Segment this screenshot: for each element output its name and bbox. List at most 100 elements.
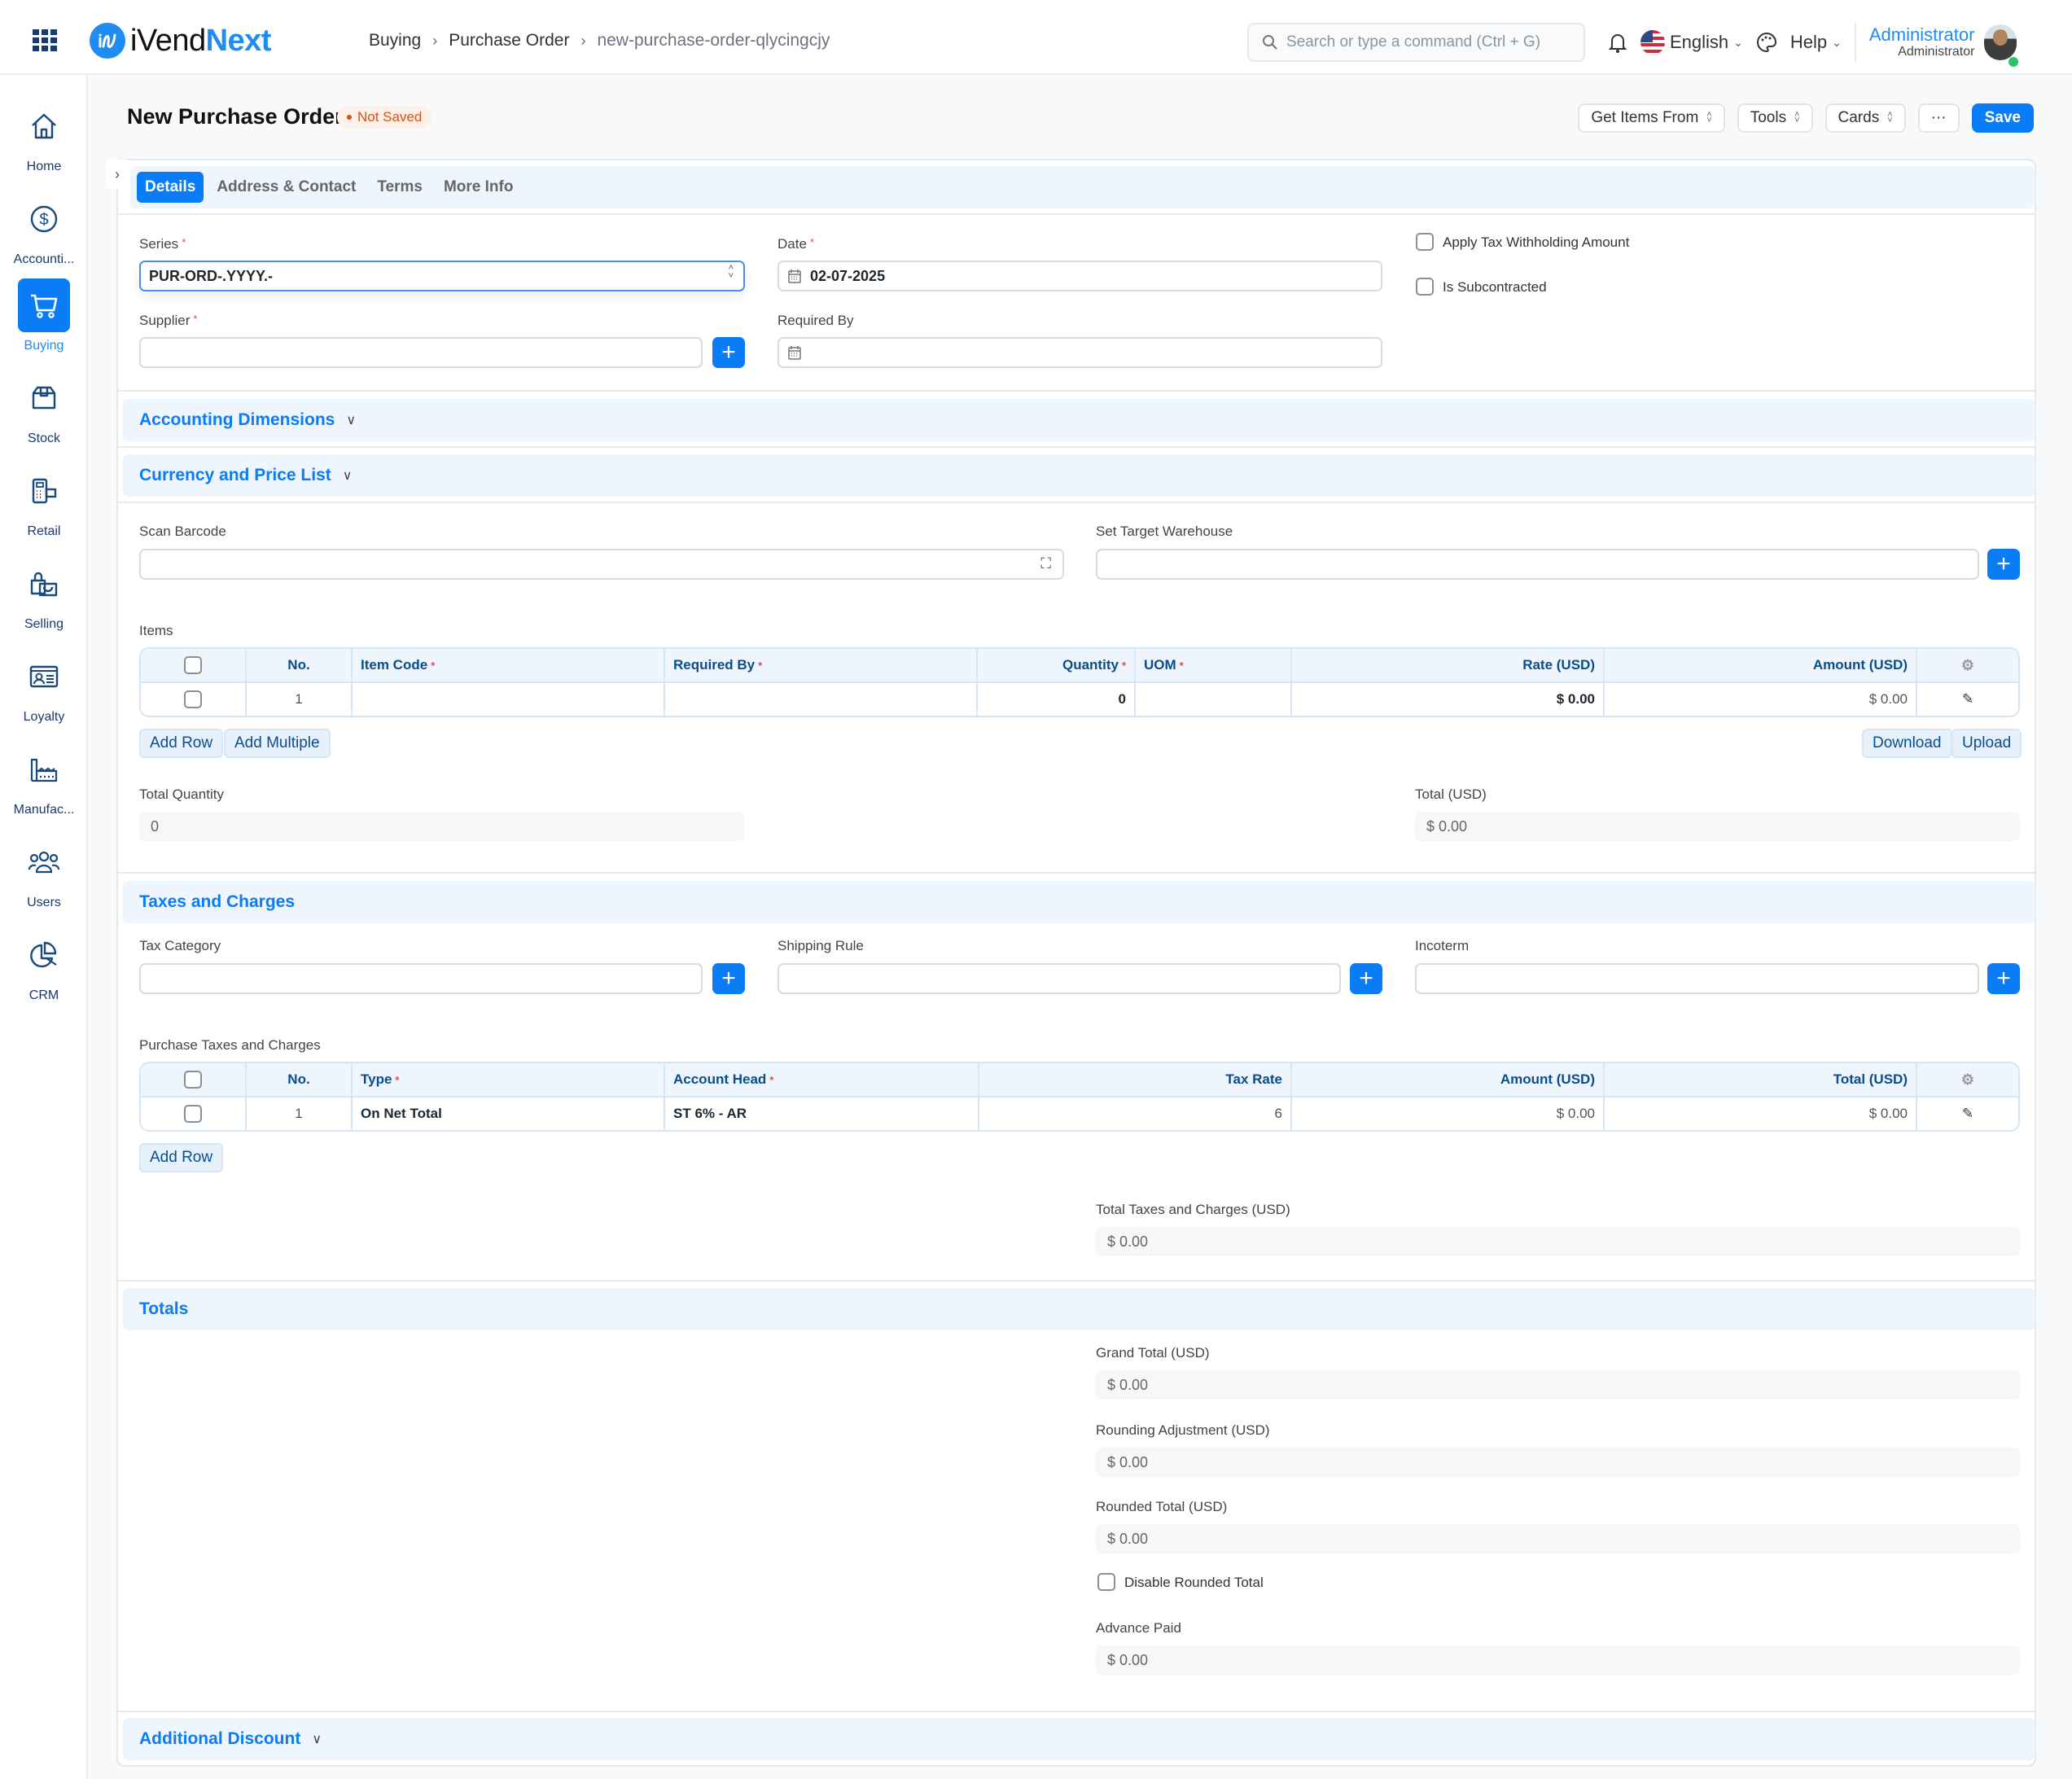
- select-all-checkbox[interactable]: [184, 1071, 202, 1089]
- apply-tax-withholding-checkbox[interactable]: [1416, 233, 1434, 251]
- required-by-label: Required By: [778, 313, 854, 328]
- add-tax-category-button[interactable]: +: [712, 963, 745, 994]
- supplier-input[interactable]: [139, 337, 703, 368]
- type-cell[interactable]: On Net Total: [353, 1098, 665, 1130]
- tax-category-input[interactable]: [139, 963, 703, 994]
- taxes-and-charges-section[interactable]: Taxes and Charges: [122, 881, 2035, 923]
- column-header: Amount (USD): [1292, 1063, 1605, 1096]
- add-row-button[interactable]: Add Row: [139, 729, 224, 758]
- form-tabs: Details Address & Contact Terms More Inf…: [130, 166, 2035, 208]
- svg-text:$: $: [39, 211, 48, 229]
- sidebar-item-stock[interactable]: Stock: [0, 371, 88, 453]
- account-head-cell[interactable]: ST 6% - AR: [665, 1098, 979, 1130]
- additional-discount-section[interactable]: Additional Discount ∨: [122, 1718, 2035, 1760]
- tab-details[interactable]: Details: [137, 172, 204, 203]
- column-header: UOM *: [1136, 649, 1292, 681]
- cards-button[interactable]: Cards ˄ ˅: [1824, 103, 1906, 133]
- tab-address-contact[interactable]: Address & Contact: [208, 172, 364, 203]
- sidebar-item-crm[interactable]: CRM: [0, 928, 88, 1010]
- search-placeholder: Search or type a command (Ctrl + G): [1286, 33, 1541, 50]
- quantity-cell[interactable]: 0: [978, 683, 1136, 716]
- tools-button[interactable]: Tools ˄ ˅: [1737, 103, 1813, 133]
- user-menu[interactable]: Administrator Administrator: [1869, 24, 2019, 67]
- edit-pencil-icon[interactable]: ✎: [1962, 1106, 1973, 1122]
- breadcrumb-purchase-order[interactable]: Purchase Order: [449, 31, 569, 50]
- users-icon: [18, 835, 70, 889]
- required-by-cell[interactable]: [665, 683, 978, 716]
- section-title: Currency and Price List: [139, 466, 331, 484]
- scan-barcode-input[interactable]: ⛶: [139, 549, 1064, 580]
- sidebar-item-selling[interactable]: Selling: [0, 557, 88, 638]
- more-options-button[interactable]: ···: [1917, 103, 1960, 133]
- edit-pencil-icon[interactable]: ✎: [1962, 691, 1973, 708]
- scan-barcode-icon[interactable]: ⛶: [1040, 555, 1051, 572]
- sidebar-item-buying[interactable]: Buying: [0, 278, 88, 360]
- row-checkbox[interactable]: [184, 1105, 202, 1123]
- get-items-from-button[interactable]: Get Items From ˄ ˅: [1578, 103, 1725, 133]
- total-quantity-value: 0: [139, 812, 744, 841]
- tab-terms[interactable]: Terms: [369, 172, 431, 203]
- accounting-dimensions-section[interactable]: Accounting Dimensions ∨: [122, 399, 2035, 441]
- factory-icon: [18, 743, 70, 796]
- breadcrumb-buying[interactable]: Buying: [369, 31, 421, 50]
- item-code-cell[interactable]: [353, 683, 665, 716]
- sidebar-item-home[interactable]: Home: [0, 99, 88, 181]
- rate-cell[interactable]: $ 0.00: [1292, 683, 1605, 716]
- add-incoterm-button[interactable]: +: [1987, 963, 2020, 994]
- uom-cell[interactable]: [1136, 683, 1292, 716]
- date-input[interactable]: 02-07-2025: [778, 261, 1382, 291]
- add-multiple-button[interactable]: Add Multiple: [224, 729, 331, 758]
- logo-mark-icon: [90, 23, 125, 59]
- totals-section[interactable]: Totals: [122, 1288, 2035, 1330]
- currency-price-list-section[interactable]: Currency and Price List ∨: [122, 454, 2035, 497]
- sidebar-item-label: Accounti...: [13, 252, 75, 266]
- chevron-right-icon[interactable]: ›: [106, 160, 129, 189]
- avatar[interactable]: [1984, 24, 2019, 67]
- sidebar-item-users[interactable]: Users: [0, 835, 88, 917]
- grand-total-value: $ 0.00: [1096, 1370, 2020, 1400]
- search-icon: [1263, 35, 1277, 50]
- theme-palette-icon[interactable]: [1756, 32, 1777, 53]
- sidebar-item-accounting[interactable]: $ Accounti...: [0, 192, 88, 274]
- series-select[interactable]: PUR-ORD-.YYYY.- ˄ ˅: [139, 261, 745, 291]
- is-subcontracted-checkbox[interactable]: [1416, 278, 1434, 296]
- settings-gear-icon[interactable]: ⚙: [1961, 657, 1974, 674]
- chevron-up-down-icon: ˄ ˅: [1887, 110, 1893, 125]
- upload-button[interactable]: Upload: [1952, 729, 2022, 758]
- row-number: 1: [247, 1098, 353, 1130]
- divider: [118, 390, 2035, 392]
- chevron-up-down-icon: ˄ ˅: [1794, 110, 1800, 125]
- table-row[interactable]: 1 0 $ 0.00 $ 0.00 ✎: [141, 683, 2018, 716]
- search-input[interactable]: Search or type a command (Ctrl + G): [1247, 23, 1585, 62]
- set-target-warehouse-input[interactable]: [1096, 549, 1979, 580]
- add-tax-row-button[interactable]: Add Row: [139, 1143, 224, 1172]
- save-button[interactable]: Save: [1971, 103, 2034, 133]
- table-row[interactable]: 1 On Net Total ST 6% - AR 6 $ 0.00 $ 0.0…: [141, 1098, 2018, 1130]
- tab-more-info[interactable]: More Info: [436, 172, 522, 203]
- notifications-bell-icon[interactable]: [1608, 31, 1627, 54]
- sidebar-item-retail[interactable]: Retail: [0, 464, 88, 546]
- apps-grid-icon[interactable]: [33, 29, 57, 51]
- shipping-rule-input[interactable]: [778, 963, 1341, 994]
- download-button[interactable]: Download: [1862, 729, 1952, 758]
- chevron-down-icon: ⌄: [1733, 35, 1743, 49]
- column-header: Quantity *: [978, 649, 1136, 681]
- help-menu[interactable]: Help ⌄: [1790, 32, 1842, 53]
- add-warehouse-button[interactable]: +: [1987, 549, 2020, 580]
- required-by-input[interactable]: [778, 337, 1382, 368]
- language-selector[interactable]: English ⌄: [1641, 30, 1743, 55]
- pie-chart-icon: [18, 928, 70, 982]
- select-all-checkbox[interactable]: [184, 656, 202, 674]
- total-taxes-label: Total Taxes and Charges (USD): [1096, 1202, 1290, 1217]
- brand-logo[interactable]: iVendNext: [90, 23, 271, 59]
- incoterm-input[interactable]: [1415, 963, 1979, 994]
- sidebar-item-loyalty[interactable]: Loyalty: [0, 650, 88, 731]
- column-header: No.: [247, 649, 353, 681]
- settings-gear-icon[interactable]: ⚙: [1961, 1071, 1974, 1089]
- sidebar-item-manufacturing[interactable]: Manufac...: [0, 743, 88, 824]
- add-supplier-button[interactable]: +: [712, 337, 745, 368]
- row-checkbox[interactable]: [184, 690, 202, 708]
- tax-rate-cell[interactable]: 6: [979, 1098, 1292, 1130]
- disable-rounded-total-checkbox[interactable]: [1097, 1573, 1115, 1591]
- add-shipping-rule-button[interactable]: +: [1350, 963, 1382, 994]
